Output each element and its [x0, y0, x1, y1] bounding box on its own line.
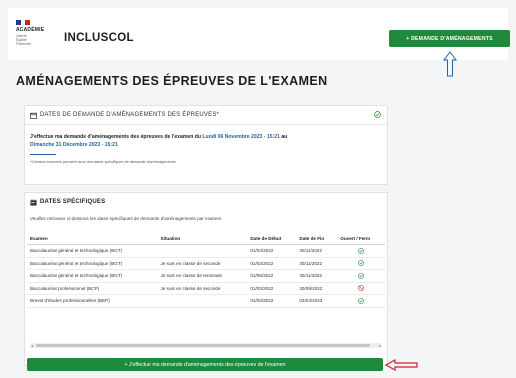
cell-end: 03/04/2023 [296, 294, 338, 308]
table-row: Baccalauréat professionnel (BCP) Je suis … [27, 282, 385, 295]
cell-situation: Je suis en classe de terminale [157, 269, 248, 283]
logo-subtext: Liberté Égalité Fraternité [16, 34, 31, 46]
specific-dates-card: DATES SPÉCIFIQUES Veuillez retrouver ci-… [24, 192, 388, 366]
divider [30, 154, 56, 155]
submit-request-button[interactable]: + J'effectue ma demande d'aménagements d… [27, 358, 383, 371]
open-check-icon [358, 272, 364, 279]
arrow-up-annotation-icon [443, 51, 457, 77]
cell-situation: Je suis en classe de seconde [157, 257, 248, 270]
end-date: Dimanche 31 Décembre 2023 - 15:21 [30, 141, 118, 148]
cell-exam: Baccalauréat professionnel (BCP) [27, 282, 158, 295]
calendar-icon [30, 198, 37, 206]
scrollbar-thumb[interactable] [36, 344, 370, 347]
cell-start: 01/09/2022 [247, 269, 297, 283]
cell-status [337, 282, 385, 295]
col-exam[interactable]: Examen [27, 233, 158, 245]
dates-card-title: DATES DE DEMANDE D'AMÉNAGEMENTS DES ÉPRE… [40, 112, 220, 118]
specific-dates-intro: Veuillez retrouver ci-dessous les dates … [30, 216, 222, 221]
table-header-row: Examen Situation Date de Début Date de F… [27, 233, 385, 245]
specific-dates-title: DATES SPÉCIFIQUES [40, 199, 106, 205]
scroll-right-icon[interactable]: ▸ [379, 343, 381, 348]
dates-card: DATES DE DEMANDE D'AMÉNAGEMENTS DES ÉPRE… [24, 105, 388, 185]
cell-end: 30/11/2022 [296, 257, 338, 270]
cell-start: 01/03/2022 [247, 294, 297, 308]
open-check-icon [358, 247, 364, 254]
calendar-icon [30, 111, 37, 119]
col-start-date[interactable]: Date de Début [247, 233, 297, 245]
cell-exam: Baccalauréat général et technologique (B… [27, 257, 158, 270]
col-end-date[interactable]: Date de Fin [296, 233, 338, 245]
cell-start: 01/03/2022 [247, 244, 297, 258]
closed-ban-icon [358, 285, 364, 292]
cell-start: 01/03/2022 [247, 257, 297, 270]
open-check-icon [358, 260, 364, 267]
cell-situation: Je suis en classe de seconde [157, 282, 248, 295]
academie-logo: ACADÉMIE Liberté Égalité Fraternité [16, 20, 56, 56]
exam-dates-table: Examen Situation Date de Début Date de F… [27, 233, 385, 308]
cell-status [337, 244, 385, 258]
table-row: Baccalauréat général et technologique (B… [27, 257, 385, 270]
dates-period-text: J'effectue ma demande d'aménagements des… [30, 134, 288, 148]
horizontal-scrollbar[interactable]: ◂ ▸ [30, 343, 382, 348]
app-title: INCLUSCOL [64, 32, 134, 44]
cell-exam: Brevet d'études professionnelles (BEP) [27, 294, 158, 308]
table-row: Brevet d'études professionnelles (BEP) 01… [27, 294, 385, 308]
cell-end: 30/11/2022 [296, 244, 338, 258]
cell-situation [157, 294, 248, 308]
col-open-closed[interactable]: Ouvert / Ferm [337, 233, 385, 245]
open-check-icon [358, 297, 364, 304]
scroll-left-icon[interactable]: ◂ [31, 343, 33, 348]
cell-exam: Baccalauréat général et technologique (B… [27, 244, 158, 258]
check-circle-icon [374, 111, 381, 118]
cell-status [337, 294, 385, 308]
flag-icon [16, 20, 31, 25]
page-title: AMÉNAGEMENTS DES ÉPREUVES DE L'EXAMEN [16, 74, 328, 88]
arrow-left-annotation-icon [385, 359, 418, 371]
table-row: Baccalauréat général et technologique (B… [27, 244, 385, 258]
col-situation[interactable]: Situation [157, 233, 248, 245]
specific-dates-header: DATES SPÉCIFIQUES [25, 193, 387, 211]
dates-card-header: DATES DE DEMANDE D'AMÉNAGEMENTS DES ÉPRE… [25, 106, 387, 125]
cell-end: 30/09/2022 [296, 282, 338, 295]
start-date: Lundi 06 Novembre 2023 - 15:21 [202, 134, 280, 140]
cell-exam: Baccalauréat général et technologique (B… [27, 269, 158, 283]
cell-status [337, 269, 385, 283]
cell-end: 30/11/2022 [296, 269, 338, 283]
request-adjustments-button[interactable]: + DEMANDE D'AMÉNAGEMENTS [389, 30, 510, 47]
cell-situation [157, 244, 248, 258]
logo-text: ACADÉMIE [16, 27, 45, 33]
cell-status [337, 257, 385, 270]
table-row: Baccalauréat général et technologique (B… [27, 269, 385, 283]
cell-start: 01/03/2022 [247, 282, 297, 295]
dates-note: *Certains examens peuvent avoir des date… [30, 160, 176, 164]
